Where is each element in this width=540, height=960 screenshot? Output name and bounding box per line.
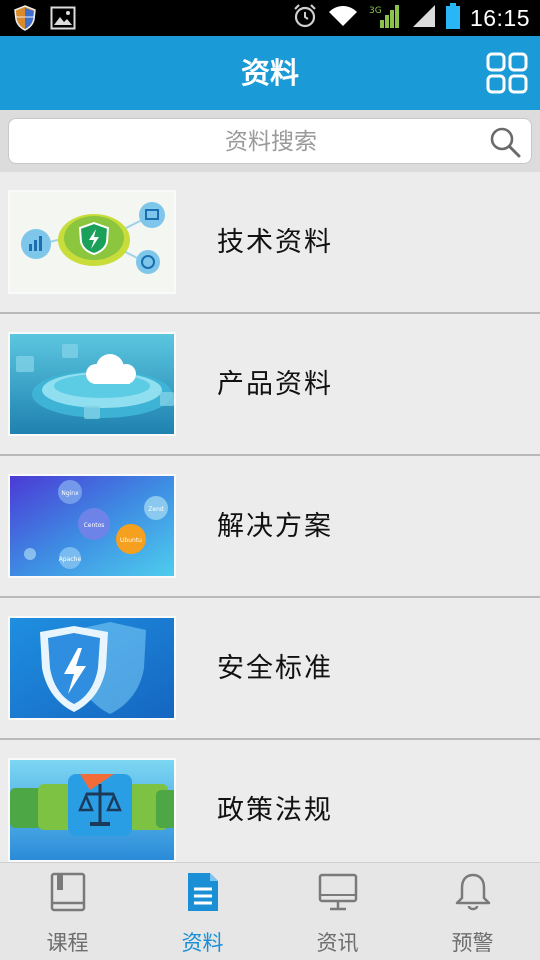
tab-label: 预警 — [451, 931, 494, 955]
list-item-policies-regulations[interactable]: 政策法规 — [0, 740, 540, 882]
status-bar: 3G 16:15 — [0, 0, 540, 36]
svg-text:3G: 3G — [369, 6, 382, 16]
clock-time: 16:15 — [469, 4, 530, 31]
list-item-label: 技术资料 — [217, 227, 333, 258]
security-standards-thumbnail — [8, 616, 176, 720]
search-input[interactable]: 资料搜索 — [8, 118, 532, 164]
alarm-icon — [292, 3, 318, 33]
tab-documents[interactable]: 资料 — [135, 863, 270, 960]
svg-text:Nginx: Nginx — [61, 490, 79, 497]
battery-icon — [445, 3, 460, 33]
svg-text:Zend: Zend — [148, 506, 164, 513]
bottom-navigation: 课程 资料 资讯 预警 — [0, 862, 540, 960]
category-list: 技术资料 产品资料 Nginx Centos Zend Ubuntu Apach… — [0, 172, 540, 882]
tab-label: 资讯 — [316, 931, 359, 955]
tech-docs-thumbnail — [8, 190, 176, 294]
list-item-product-docs[interactable]: 产品资料 — [0, 314, 540, 456]
grid-icon — [486, 52, 528, 94]
shield-icon — [14, 5, 36, 35]
document-icon — [182, 871, 224, 913]
list-item-label: 安全标准 — [217, 653, 333, 684]
book-icon — [47, 871, 89, 913]
search-bar: 资料搜索 — [0, 110, 540, 172]
policies-regulations-thumbnail — [8, 758, 176, 862]
list-item-solutions[interactable]: Nginx Centos Zend Ubuntu Apache 解决方案 — [0, 456, 540, 598]
list-item-label: 政策法规 — [217, 795, 333, 826]
tab-news[interactable]: 资讯 — [270, 863, 405, 960]
product-docs-thumbnail — [8, 332, 176, 436]
svg-text:Apache: Apache — [59, 556, 82, 563]
bell-icon — [452, 871, 494, 913]
signal-icon — [412, 4, 436, 32]
grid-menu-button[interactable] — [486, 52, 528, 94]
mobile-signal-icon: 3G — [368, 2, 402, 34]
search-icon[interactable] — [489, 126, 521, 158]
list-item-label: 产品资料 — [217, 369, 333, 400]
svg-text:Centos: Centos — [84, 522, 105, 529]
monitor-icon — [317, 871, 359, 913]
list-item-tech-docs[interactable]: 技术资料 — [0, 172, 540, 314]
page-title: 资料 — [240, 56, 299, 90]
svg-text:Ubuntu: Ubuntu — [120, 537, 142, 544]
tab-label: 资料 — [181, 931, 224, 955]
tab-alerts[interactable]: 预警 — [405, 863, 540, 960]
list-item-security-standards[interactable]: 安全标准 — [0, 598, 540, 740]
tab-courses[interactable]: 课程 — [0, 863, 135, 960]
title-bar: 资料 — [0, 36, 540, 110]
list-item-label: 解决方案 — [217, 511, 333, 542]
tab-label: 课程 — [46, 931, 89, 955]
wifi-icon — [328, 4, 358, 32]
image-icon — [50, 6, 76, 34]
solutions-thumbnail: Nginx Centos Zend Ubuntu Apache — [8, 474, 176, 578]
search-placeholder: 资料搜索 — [225, 129, 317, 155]
